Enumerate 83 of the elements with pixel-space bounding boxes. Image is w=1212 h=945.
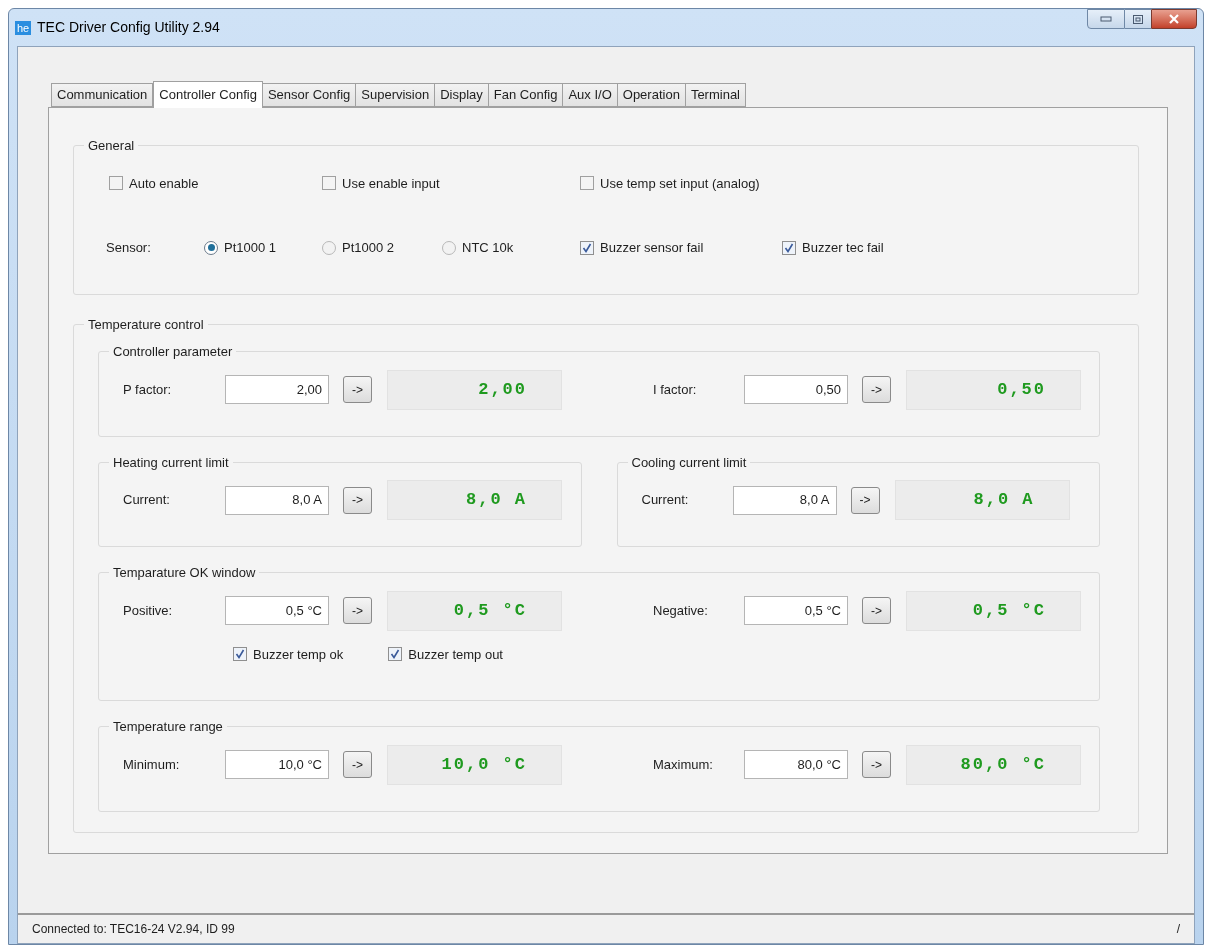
apply-button[interactable]: -> (343, 751, 372, 778)
value-display: 80,0 °C (906, 744, 1081, 785)
input-field[interactable]: 10,0 °C (225, 750, 329, 779)
field-label: Minimum: (123, 755, 181, 774)
value-display: 8,0 A (387, 480, 562, 520)
check-icon (235, 649, 245, 660)
radio-button[interactable] (204, 240, 218, 255)
tab[interactable]: Supervision (355, 83, 436, 107)
input-field[interactable]: 2,00 (225, 375, 329, 404)
value-display: 8,0 A (894, 480, 1070, 520)
field-label: Current: (641, 491, 690, 510)
radio-button[interactable] (442, 240, 456, 255)
value-display: 10,0 °C (387, 744, 562, 785)
status-indicator: / (1176, 921, 1180, 938)
sensor-label: Sensor: (106, 239, 152, 257)
close-button[interactable] (1151, 9, 1197, 29)
check-icon (582, 242, 592, 253)
group-title: Temperature control (87, 315, 205, 334)
checkbox[interactable] (580, 176, 594, 191)
check-icon (390, 649, 401, 660)
field-label: Negative: (653, 601, 709, 620)
checkbox[interactable] (782, 240, 796, 255)
minimize-icon (1100, 16, 1112, 22)
value-display: 0,50 (906, 369, 1081, 410)
group-title: Controller parameter (112, 343, 234, 361)
apply-button[interactable]: -> (862, 751, 891, 778)
app-icon: he (15, 20, 31, 35)
group-title: Heating current limit (112, 453, 230, 472)
maximize-icon (1133, 14, 1143, 24)
checkbox[interactable] (233, 647, 247, 662)
field-label: Current: (123, 491, 171, 510)
check-icon (784, 242, 794, 253)
input-field[interactable]: 0,5 °C (225, 596, 329, 625)
checkbox[interactable] (109, 176, 123, 191)
input-field[interactable]: 0,5 °C (744, 596, 848, 625)
radio-button[interactable] (322, 240, 336, 255)
checkbox-label: Use enable input (342, 174, 440, 193)
window-title: TEC Driver Config Utility 2.94 (37, 18, 220, 37)
radio-label: Pt1000 1 (224, 239, 277, 257)
minimize-button[interactable] (1087, 9, 1125, 29)
tab[interactable]: Aux I/O (562, 83, 618, 107)
checkbox-label: Buzzer temp out (408, 645, 503, 664)
radio-label: NTC 10k (462, 239, 514, 257)
tab[interactable]: Terminal (684, 83, 746, 107)
value-display: 0,5 °C (387, 590, 562, 631)
tab[interactable]: Sensor Config (261, 83, 357, 107)
tab[interactable]: Fan Config (487, 83, 564, 107)
checkbox[interactable] (388, 647, 403, 662)
input-field[interactable]: 8,0 A (732, 485, 837, 515)
input-field[interactable]: 80,0 °C (744, 750, 848, 779)
checkbox-label: Buzzer temp ok (253, 645, 344, 664)
maximize-button[interactable] (1125, 9, 1151, 29)
input-field[interactable]: 0,50 (744, 375, 848, 404)
group-title: Temparature OK window (112, 564, 257, 582)
field-label: Positive: (123, 601, 174, 620)
apply-button[interactable]: -> (343, 376, 372, 403)
field-label: Maximum: (653, 755, 714, 774)
checkbox-label: Auto enable (129, 174, 199, 193)
field-label: I factor: (653, 380, 698, 399)
checkbox[interactable] (322, 176, 336, 191)
apply-button[interactable]: -> (343, 597, 372, 624)
tab[interactable]: Operation (616, 83, 686, 107)
status-text: Connected to: TEC16-24 V2.94, ID 99 (32, 921, 235, 938)
tab[interactable]: Controller Config (153, 81, 263, 108)
checkbox-label: Buzzer sensor fail (600, 239, 704, 257)
apply-button[interactable]: -> (850, 486, 880, 514)
checkbox[interactable] (580, 240, 594, 255)
input-field[interactable]: 8,0 A (225, 485, 329, 515)
checkbox-label: Use temp set input (analog) (600, 174, 760, 193)
close-icon (1168, 14, 1180, 24)
apply-button[interactable]: -> (862, 597, 891, 624)
tab[interactable]: Communication (51, 83, 154, 107)
checkbox-label: Buzzer tec fail (802, 239, 884, 257)
field-label: P factor: (123, 380, 173, 399)
value-display: 2,00 (387, 369, 562, 410)
apply-button[interactable]: -> (343, 486, 372, 514)
group-title: Temperature range (112, 718, 224, 736)
apply-button[interactable]: -> (862, 376, 891, 403)
tab[interactable]: Display (434, 83, 489, 107)
group-title: Cooling current limit (630, 453, 748, 472)
group-title: General (87, 137, 136, 155)
value-display: 0,5 °C (906, 590, 1081, 631)
radio-label: Pt1000 2 (342, 239, 395, 257)
